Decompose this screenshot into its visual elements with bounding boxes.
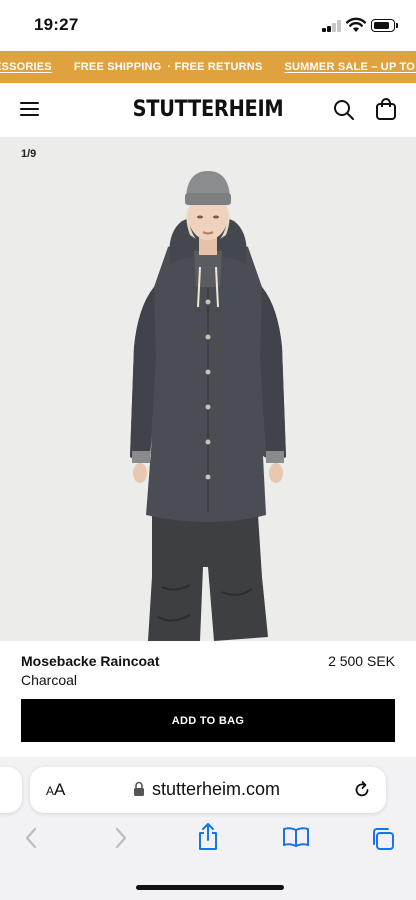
product-color: Charcoal — [21, 672, 78, 688]
status-bar: 19:27 — [0, 0, 416, 50]
promo-free-returns: · FREE RETURNS — [167, 61, 263, 73]
battery-icon — [371, 19, 398, 32]
share-icon[interactable] — [196, 822, 220, 852]
back-icon[interactable] — [22, 826, 40, 850]
product-price: 2 500 SEK — [328, 653, 395, 669]
promo-link-accessories[interactable]: ESSORIES — [0, 61, 52, 73]
bookmarks-icon[interactable] — [282, 826, 310, 848]
promo-banner[interactable]: ESSORIES FREE SHIPPING · FREE RETURNS SU… — [0, 51, 416, 83]
site-header: STUTTERHEIM — [0, 83, 416, 137]
model-wearing-raincoat — [130, 171, 286, 641]
promo-link-summer-sale[interactable]: SUMMER SALE – UP TO 70% O — [285, 61, 416, 73]
home-indicator — [136, 885, 284, 890]
product-info: Mosebacke Raincoat 2 500 SEK Charcoal AD… — [0, 641, 416, 761]
url-text[interactable]: stutterheim.com — [152, 779, 280, 800]
shopping-bag-icon[interactable] — [375, 97, 397, 121]
forward-icon[interactable] — [112, 826, 130, 850]
reload-icon[interactable] — [352, 780, 372, 800]
status-time: 19:27 — [34, 15, 79, 34]
browser-toolbar — [0, 822, 416, 862]
browser-bottom-bar: AA stutterheim.com — [0, 757, 416, 900]
product-name: Mosebacke Raincoat — [21, 653, 160, 669]
cellular-signal-icon — [322, 20, 342, 32]
lock-icon — [134, 781, 144, 796]
reader-settings-button[interactable]: AA — [46, 780, 65, 800]
product-image[interactable]: 1/9 — [0, 137, 416, 641]
address-bar[interactable]: AA stutterheim.com — [30, 767, 386, 813]
wifi-icon — [346, 17, 366, 32]
promo-free-shipping: FREE SHIPPING — [73, 61, 162, 73]
search-icon[interactable] — [333, 99, 355, 121]
previous-tab-pill[interactable] — [0, 767, 22, 813]
tabs-icon[interactable] — [370, 826, 396, 852]
add-to-bag-button[interactable]: ADD TO BAG — [21, 699, 395, 742]
